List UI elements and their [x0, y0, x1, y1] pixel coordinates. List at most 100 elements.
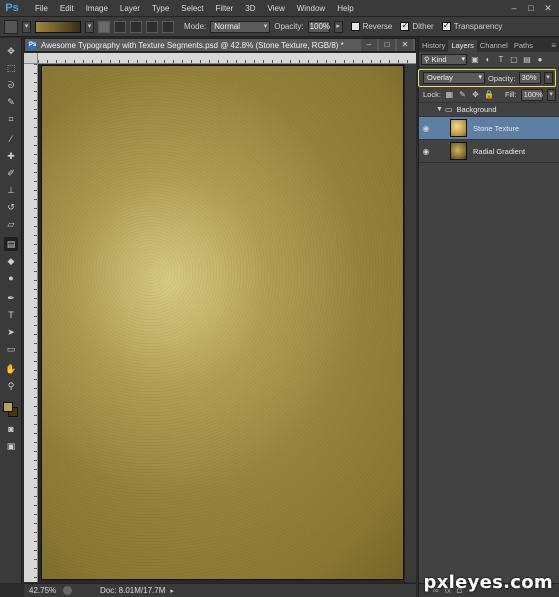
- menu-select[interactable]: Select: [175, 4, 209, 13]
- screen-mode-icon[interactable]: ▣: [4, 439, 18, 453]
- visibility-eye-icon[interactable]: ◉: [419, 124, 433, 133]
- tab-paths[interactable]: Paths: [511, 40, 536, 52]
- type-tool-icon[interactable]: T: [4, 308, 18, 322]
- eraser-tool-icon[interactable]: ▱: [4, 217, 18, 231]
- tab-layers[interactable]: Layers: [448, 40, 477, 52]
- healing-brush-tool-icon[interactable]: ✚: [4, 149, 18, 163]
- history-brush-tool-icon[interactable]: ↺: [4, 200, 18, 214]
- pen-tool-icon[interactable]: ✒: [4, 291, 18, 305]
- tool-preset-icon[interactable]: [4, 19, 18, 34]
- tool-preset-dropdown[interactable]: ▾: [22, 20, 31, 33]
- quick-mask-icon[interactable]: ◙: [4, 422, 18, 436]
- fill-dropdown[interactable]: ▾: [546, 88, 556, 101]
- move-tool-icon[interactable]: ✥: [4, 44, 18, 58]
- reverse-checkbox[interactable]: [350, 22, 360, 31]
- lock-all-icon[interactable]: 🔒: [484, 90, 494, 99]
- blend-mode-select[interactable]: Overlay: [423, 72, 485, 84]
- menu-layer[interactable]: Layer: [114, 4, 146, 13]
- layer-kind-filter[interactable]: ⚲ Kind: [421, 54, 467, 65]
- minimize-button[interactable]: –: [507, 2, 521, 14]
- menu-window[interactable]: Window: [291, 4, 331, 13]
- reverse-option[interactable]: Reverse: [350, 22, 392, 31]
- horizontal-ruler[interactable]: [38, 53, 416, 64]
- opacity-dropdown[interactable]: ▸: [333, 20, 343, 33]
- fill-field[interactable]: 100%: [520, 88, 543, 101]
- layer-row-stone-texture[interactable]: ◉ Stone Texture: [419, 117, 559, 140]
- dodge-tool-icon[interactable]: ●: [4, 271, 18, 285]
- menu-3d[interactable]: 3D: [239, 4, 261, 13]
- group-expand-arrow-icon[interactable]: ▼: [436, 106, 443, 113]
- tab-history[interactable]: History: [419, 40, 448, 52]
- status-menu-arrow-icon[interactable]: ▸: [170, 587, 174, 595]
- menu-type[interactable]: Type: [146, 4, 175, 13]
- transparency-checkbox[interactable]: [441, 20, 451, 31]
- mode-select[interactable]: Normal: [210, 20, 271, 33]
- lock-image-icon[interactable]: ✎: [458, 90, 467, 99]
- visibility-eye-icon[interactable]: ◉: [419, 147, 433, 156]
- brush-tool-icon[interactable]: ✐: [4, 166, 18, 180]
- quick-select-tool-icon[interactable]: ✎: [4, 95, 18, 109]
- crop-tool-icon[interactable]: ⌗: [4, 112, 18, 126]
- shape-filter-icon[interactable]: ▢: [509, 55, 519, 65]
- zoom-level[interactable]: 42.75%: [29, 586, 56, 595]
- maximize-button[interactable]: □: [524, 2, 538, 14]
- tab-channels[interactable]: Channel: [477, 40, 511, 52]
- type-filter-icon[interactable]: T: [496, 55, 506, 65]
- adjustment-filter-icon[interactable]: ◐: [483, 55, 493, 65]
- gradient-preview[interactable]: [35, 20, 81, 33]
- lock-row: Lock: ▦ ✎ ✥ 🔒 Fill: 100% ▾: [419, 87, 559, 103]
- hand-tool-icon[interactable]: ✋: [4, 362, 18, 376]
- layer-opacity-label: Opacity:: [488, 73, 516, 83]
- radial-gradient-button[interactable]: [114, 20, 126, 33]
- pixel-filter-icon[interactable]: ▣: [470, 55, 480, 65]
- path-select-tool-icon[interactable]: ➤: [4, 325, 18, 339]
- menu-edit[interactable]: Edit: [54, 4, 80, 13]
- blur-tool-icon[interactable]: ◆: [4, 254, 18, 268]
- menu-filter[interactable]: Filter: [210, 4, 240, 13]
- transparency-option[interactable]: Transparency: [441, 20, 502, 31]
- menu-file[interactable]: File: [29, 4, 54, 13]
- angle-gradient-button[interactable]: [130, 20, 142, 33]
- status-info-icon[interactable]: [63, 586, 72, 595]
- folder-icon: ▭: [444, 105, 453, 114]
- menu-help[interactable]: Help: [331, 4, 359, 13]
- linear-gradient-button[interactable]: [98, 20, 110, 33]
- reflected-gradient-button[interactable]: [146, 20, 158, 33]
- document-canvas[interactable]: [42, 66, 403, 579]
- doc-maximize-button[interactable]: □: [379, 39, 395, 51]
- layer-opacity-field[interactable]: 30%: [518, 72, 541, 84]
- document-tab[interactable]: Ps Awesome Typography with Texture Segme…: [24, 38, 416, 52]
- gradient-tool-icon[interactable]: ▤: [4, 237, 18, 251]
- lock-position-icon[interactable]: ✥: [471, 90, 480, 99]
- lasso-tool-icon[interactable]: ᘐ: [4, 78, 18, 92]
- dither-checkbox[interactable]: [400, 20, 410, 31]
- close-button[interactable]: ✕: [541, 2, 555, 14]
- panel-menu-icon[interactable]: ≡: [548, 40, 559, 52]
- kind-label: Kind: [431, 55, 447, 64]
- foreground-color-swatch[interactable]: [3, 402, 13, 412]
- gradient-picker-dropdown[interactable]: ▾: [85, 20, 94, 33]
- menu-image[interactable]: Image: [80, 4, 114, 13]
- ruler-origin[interactable]: [24, 53, 38, 64]
- filter-toggle-icon[interactable]: ●: [535, 55, 545, 65]
- vertical-ruler[interactable]: [24, 64, 38, 582]
- diamond-gradient-button[interactable]: [162, 20, 174, 33]
- marquee-tool-icon[interactable]: ⬚: [4, 61, 18, 75]
- layer-opacity-dropdown[interactable]: ▾: [543, 72, 553, 84]
- doc-minimize-button[interactable]: –: [361, 39, 377, 51]
- menu-view[interactable]: View: [262, 4, 291, 13]
- eyedropper-tool-icon[interactable]: ⁄: [4, 132, 18, 146]
- photoshop-logo: Ps: [5, 1, 19, 14]
- lock-transparent-icon[interactable]: ▦: [445, 90, 454, 99]
- layer-name: Radial Gradient: [473, 146, 526, 156]
- shape-tool-icon[interactable]: ▭: [4, 342, 18, 356]
- vertical-scrollbar[interactable]: [404, 64, 416, 582]
- opacity-field[interactable]: 100%: [307, 20, 330, 33]
- layer-group-background[interactable]: ▼ ▭ Background: [419, 103, 559, 117]
- layer-row-radial-gradient[interactable]: ◉ Radial Gradient: [419, 140, 559, 163]
- smart-object-filter-icon[interactable]: ▤: [522, 55, 532, 65]
- zoom-tool-icon[interactable]: ⚲: [4, 379, 18, 393]
- doc-close-button[interactable]: ✕: [397, 39, 413, 51]
- dither-option[interactable]: Dither: [400, 20, 434, 31]
- clone-stamp-tool-icon[interactable]: ⊥: [4, 183, 18, 197]
